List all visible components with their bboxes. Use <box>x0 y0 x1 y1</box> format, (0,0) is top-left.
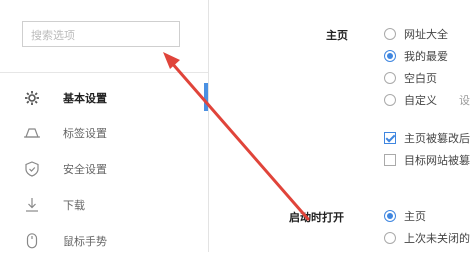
startup-section-title: 启动时打开 <box>289 211 344 224</box>
homepage-option-url-directory[interactable]: 网址大全 <box>384 26 448 42</box>
sidebar-item-basic-settings[interactable]: 基本设置 <box>0 83 208 113</box>
download-icon <box>26 198 38 212</box>
tab-icon <box>24 128 40 138</box>
radio-button[interactable] <box>384 232 396 244</box>
sidebar-divider <box>0 72 208 73</box>
homepage-tamper-checkbox[interactable]: 主页被篡改后 <box>384 130 470 146</box>
sidebar-item-download[interactable]: 下载 <box>0 190 208 220</box>
active-item-indicator <box>204 83 208 111</box>
mouse-icon <box>26 233 38 249</box>
radio-button[interactable] <box>384 28 396 40</box>
startup-option-homepage[interactable]: 主页 <box>384 208 426 224</box>
target-site-tamper-checkbox[interactable]: 目标网站被篡 <box>384 152 470 168</box>
radio-button-selected[interactable] <box>384 210 396 222</box>
homepage-option-favorites[interactable]: 我的最爱 <box>384 48 448 64</box>
shield-icon <box>25 161 39 177</box>
radio-button-selected[interactable] <box>384 50 396 62</box>
custom-settings-link[interactable]: 设 <box>459 92 470 108</box>
checkbox[interactable] <box>384 154 396 166</box>
radio-button[interactable] <box>384 94 396 106</box>
settings-sidebar: 搜索选项 基本设置 标签设置 安全设置 下载 鼠标手势 <box>0 0 209 252</box>
settings-content: 主页 网址大全 我的最爱 空白页 自定义 设 主页被篡改后 目标网站被篡 启动时… <box>209 0 472 252</box>
gear-icon <box>25 91 39 105</box>
checkbox-checked[interactable] <box>384 132 396 144</box>
homepage-option-blank[interactable]: 空白页 <box>384 70 437 86</box>
sidebar-item-label: 标签设置 <box>63 127 107 140</box>
sidebar-item-security-settings[interactable]: 安全设置 <box>0 154 208 184</box>
homepage-option-custom[interactable]: 自定义 设 <box>384 92 470 108</box>
startup-option-last-session[interactable]: 上次未关闭的 <box>384 230 470 246</box>
sidebar-item-tab-settings[interactable]: 标签设置 <box>0 118 208 148</box>
sidebar-item-label: 下载 <box>63 199 85 212</box>
homepage-section-title: 主页 <box>326 29 348 42</box>
radio-button[interactable] <box>384 72 396 84</box>
search-input[interactable]: 搜索选项 <box>22 21 180 47</box>
sidebar-item-label: 安全设置 <box>63 163 107 176</box>
sidebar-item-label: 基本设置 <box>63 92 107 105</box>
sidebar-item-label: 鼠标手势 <box>63 235 107 248</box>
